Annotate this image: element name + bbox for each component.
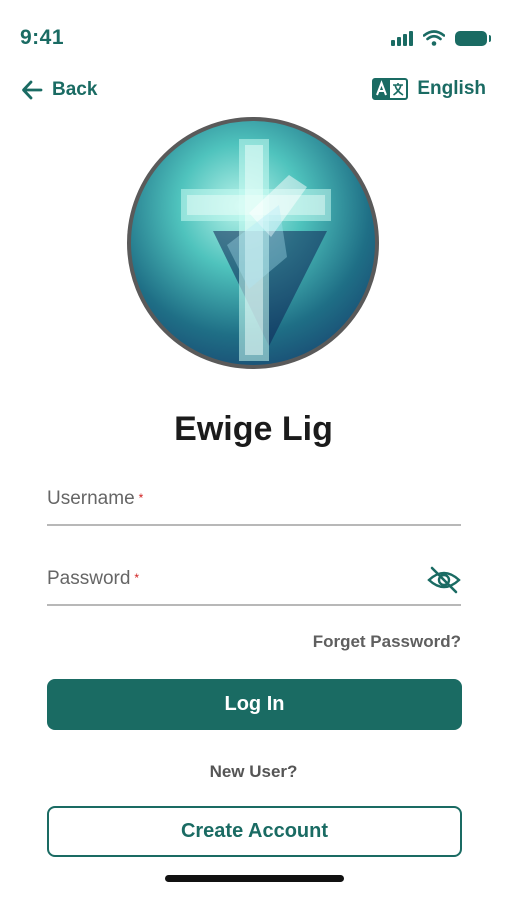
create-account-button[interactable]: Create Account <box>47 806 462 857</box>
username-field[interactable]: Username * <box>47 480 461 526</box>
required-asterisk: * <box>138 491 144 505</box>
home-indicator <box>165 875 344 882</box>
cellular-signal-icon <box>391 30 413 46</box>
password-field[interactable]: Password * <box>47 560 461 606</box>
cross-artwork <box>181 139 331 361</box>
username-label: Username * <box>47 488 144 509</box>
language-selector[interactable]: English <box>372 78 486 100</box>
eye-off-icon[interactable] <box>427 566 461 594</box>
translate-icon <box>372 78 409 100</box>
language-label: English <box>417 78 486 99</box>
arrow-left-icon <box>22 80 43 100</box>
status-time: 9:41 <box>20 26 65 49</box>
status-bar: 9:41 <box>0 0 507 80</box>
status-icons <box>391 30 491 46</box>
battery-icon <box>455 30 491 46</box>
profile-avatar <box>127 117 379 369</box>
back-button[interactable]: Back <box>20 78 97 102</box>
wifi-icon <box>423 30 445 46</box>
password-label: Password * <box>47 568 140 589</box>
back-label: Back <box>52 79 98 100</box>
required-asterisk: * <box>134 571 140 585</box>
forgot-password-link[interactable]: Forget Password? <box>313 632 461 652</box>
app-name: Ewige Lig <box>174 410 333 448</box>
login-button[interactable]: Log In <box>47 679 462 730</box>
new-user-text: New User? <box>209 762 298 781</box>
